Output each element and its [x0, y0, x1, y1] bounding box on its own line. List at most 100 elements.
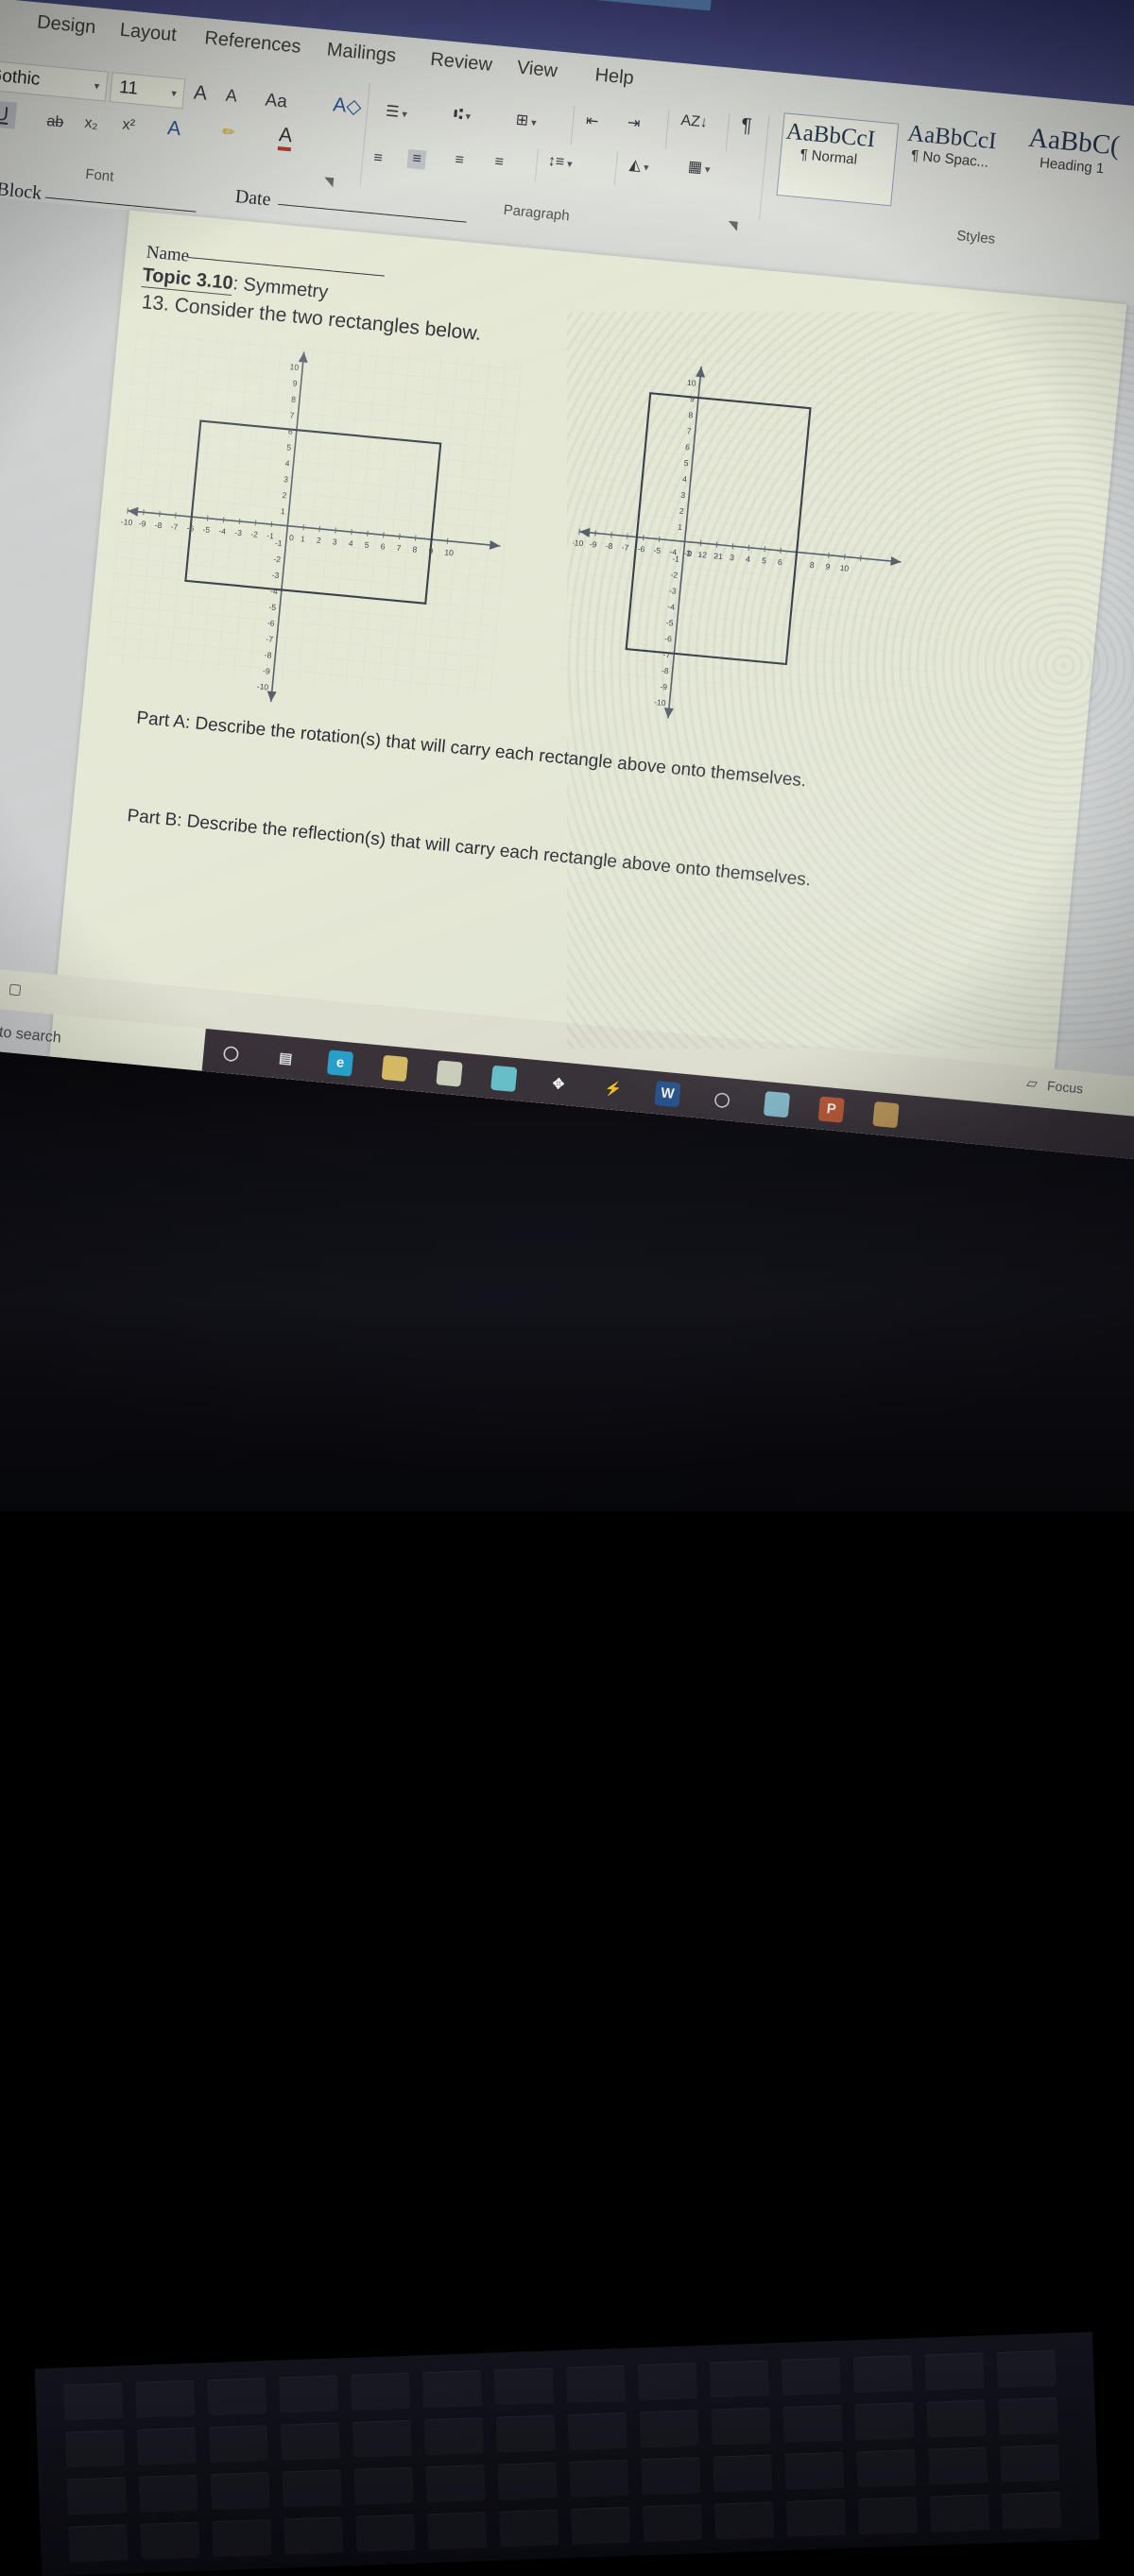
file-explorer-icon[interactable]	[366, 1044, 424, 1091]
dropbox-icon-glyph: ✥	[551, 1075, 566, 1093]
change-case-button[interactable]: Aa	[265, 91, 288, 113]
clear-formatting-icon[interactable]: A◇	[332, 93, 362, 119]
keyboard-key	[782, 2358, 841, 2396]
svg-text:-10: -10	[256, 681, 268, 691]
keyboard-key	[786, 2499, 846, 2537]
mail-icon-glyph	[490, 1065, 518, 1092]
proofing-errors-icon[interactable]: ▢	[8, 980, 23, 998]
font-size-combobox[interactable]: 11 ▾	[109, 72, 186, 110]
svg-text:-2: -2	[670, 570, 679, 580]
text-effects-button[interactable]: A	[166, 117, 181, 141]
focus-mode-button[interactable]: ▱	[1025, 1074, 1038, 1092]
tab-references[interactable]: References	[203, 27, 302, 59]
task-view-icon[interactable]: ▤	[256, 1033, 315, 1081]
svg-text:10: 10	[444, 547, 455, 557]
svg-text:-9: -9	[660, 682, 668, 692]
tab-help[interactable]: Help	[594, 64, 635, 90]
edge-icon[interactable]: e	[311, 1039, 369, 1086]
topic-suffix: : Symmetry	[232, 273, 330, 303]
lightning-app-icon-glyph: ⚡	[603, 1080, 623, 1099]
shading-icon[interactable]: ◭ ▾	[628, 155, 650, 176]
powerpoint-icon[interactable]: P	[802, 1085, 861, 1133]
style-item-heading-1[interactable]: AaBbC( Heading 1	[1025, 123, 1121, 179]
keyboard-key	[711, 2407, 770, 2445]
font-name-combobox[interactable]: y Gothic ▾	[0, 58, 109, 102]
underline-button[interactable]: U	[0, 99, 18, 129]
justify-icon[interactable]: ≡	[494, 154, 505, 172]
line-spacing-icon[interactable]: ↕≡ ▾	[547, 153, 574, 172]
svg-text:-1: -1	[266, 531, 275, 541]
style-item-normal[interactable]: AaBbCcI ¶ Normal	[783, 119, 877, 170]
svg-text:-6: -6	[637, 544, 645, 554]
word-icon-glyph: W	[654, 1080, 681, 1107]
grow-font-button[interactable]: A	[193, 81, 208, 105]
keyboard-key	[351, 2373, 410, 2411]
svg-text:-8: -8	[154, 520, 163, 531]
tab-design[interactable]: Design	[36, 11, 96, 39]
svg-text:-10: -10	[120, 517, 132, 527]
tall-rectangle-graph: -10 -9 -8 -7 -6 -5 -4 -3 -2 -1 01 23 45 68 91…	[556, 316, 989, 759]
keyboard-key	[713, 2454, 772, 2492]
sort-button[interactable]: AZ↓	[680, 112, 709, 132]
text-highlight-color-icon[interactable]: ✏	[221, 122, 235, 142]
align-right-icon[interactable]: ≡	[455, 152, 465, 170]
mail-icon[interactable]	[474, 1054, 533, 1101]
topic-label: Topic 3.10	[141, 264, 234, 297]
focus-mode-label[interactable]: Focus	[1046, 1078, 1083, 1097]
svg-text:-10: -10	[654, 697, 666, 708]
increase-indent-icon[interactable]: ⇥	[627, 113, 641, 133]
keyboard-key	[571, 2507, 630, 2545]
tab-layout[interactable]: Layout	[119, 20, 178, 47]
style-item-no-spacing[interactable]: AaBbCcI ¶ No Spac...	[904, 121, 998, 172]
keyboard-key	[427, 2512, 487, 2550]
decrease-indent-icon[interactable]: ⇤	[585, 111, 599, 131]
align-left-icon[interactable]: ≡	[372, 150, 384, 168]
paragraph-dialog-launcher[interactable]: ◥	[728, 217, 738, 233]
tab-view[interactable]: View	[516, 57, 558, 82]
keyboard-key	[854, 2402, 914, 2440]
microsoft-store-icon[interactable]	[421, 1049, 479, 1097]
word-icon[interactable]: W	[639, 1070, 697, 1117]
cortana-icon[interactable]: ◯	[202, 1029, 261, 1076]
windows-search-placeholder: Type here to search	[0, 1017, 62, 1047]
numbered-list-icon[interactable]: ⑆ ▾	[453, 106, 472, 125]
keyboard-key	[928, 2447, 988, 2484]
pinned-app-icon[interactable]	[857, 1090, 916, 1137]
borders-icon[interactable]: ▦ ▾	[687, 157, 711, 178]
bullet-list-icon[interactable]: ☰ ▾	[385, 102, 408, 123]
keyboard-key	[1000, 2445, 1059, 2482]
tab-mailings[interactable]: Mailings	[326, 39, 397, 67]
subscript-button[interactable]: x₂	[84, 115, 99, 133]
paragraph-group-label: Paragraph	[503, 201, 571, 225]
edge-icon-glyph: e	[326, 1049, 354, 1077]
svg-text:-8: -8	[662, 666, 670, 676]
header-date-label: Date	[233, 186, 272, 211]
font-color-icon[interactable]: A	[277, 124, 294, 152]
circle-app-icon-glyph: ◯	[713, 1090, 731, 1108]
keyboard-key	[422, 2370, 482, 2408]
keyboard-key	[212, 2519, 271, 2557]
keyboard-key	[139, 2475, 198, 2513]
photos-app-icon[interactable]	[747, 1081, 806, 1128]
header-block-label: Block	[0, 179, 43, 204]
multilevel-list-icon[interactable]: ⊞ ▾	[515, 111, 538, 131]
svg-text:10: 10	[839, 563, 850, 573]
laptop-screen: ▾ Section 3 Review Packet - Word Search …	[0, 0, 1134, 1160]
keyboard-key	[853, 2355, 913, 2393]
shrink-font-button[interactable]: A	[225, 86, 238, 107]
strikethrough-button[interactable]: ab	[46, 113, 64, 132]
keyboard-key	[209, 2425, 268, 2463]
lightning-app-icon[interactable]: ⚡	[584, 1065, 643, 1112]
dropbox-icon[interactable]: ✥	[529, 1060, 588, 1107]
keyboard-key	[784, 2452, 844, 2490]
font-dialog-launcher[interactable]: ◥	[323, 174, 334, 190]
align-center-icon[interactable]: ≡	[406, 149, 427, 170]
circle-app-icon[interactable]: ◯	[693, 1075, 751, 1122]
show-formatting-marks-button[interactable]: ¶	[740, 114, 752, 138]
keyboard-key	[281, 2422, 340, 2460]
cortana-icon-glyph: ◯	[222, 1044, 240, 1062]
svg-text:-5: -5	[665, 618, 674, 628]
superscript-button[interactable]: x²	[122, 116, 136, 134]
tab-review[interactable]: Review	[429, 49, 492, 77]
keyboard-key	[639, 2410, 698, 2448]
